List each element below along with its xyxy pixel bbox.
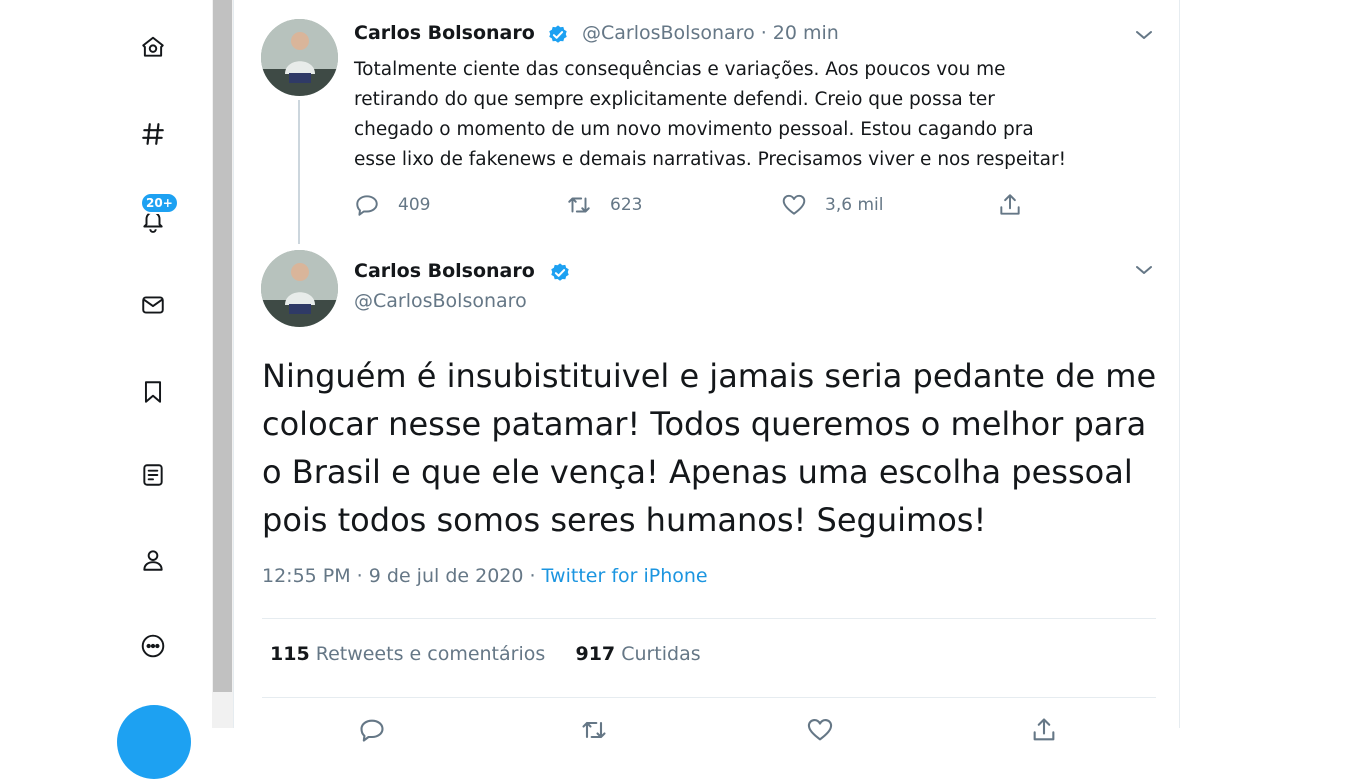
heart-icon: [782, 194, 806, 215]
heart-icon[interactable]: [806, 716, 834, 744]
share-button[interactable]: [997, 190, 1041, 220]
divider: [262, 697, 1156, 698]
likes-count: 917: [575, 643, 616, 665]
reply-icon: [356, 195, 378, 216]
verified-badge-icon: [551, 263, 569, 281]
retweets-count: 115: [270, 643, 310, 665]
retweet-count: 623: [610, 195, 643, 215]
messages-mail-icon[interactable]: [131, 283, 175, 327]
avatar[interactable]: [261, 19, 338, 96]
divider: [262, 618, 1156, 619]
tweet-time-date[interactable]: 12:55 PM · 9 de jul de 2020 ·: [262, 565, 542, 587]
more-icon[interactable]: [131, 624, 175, 668]
tweet-handle-and-time[interactable]: @CarlosBolsonaro · 20 min: [582, 22, 839, 44]
thread-connector-line: [298, 100, 300, 244]
retweet-button[interactable]: 623: [566, 190, 642, 220]
profile-icon[interactable]: [131, 538, 175, 582]
notifications-badge: 20+: [140, 192, 179, 214]
verified-badge-icon: [549, 25, 567, 43]
reply-icon[interactable]: [358, 716, 386, 744]
retweets-stat[interactable]: 115 Retweets e comentários: [270, 643, 545, 665]
retweet-icon: [568, 197, 590, 213]
likes-label: Curtidas: [621, 643, 701, 665]
author-handle[interactable]: @CarlosBolsonaro: [354, 290, 527, 312]
lists-icon[interactable]: [131, 453, 175, 497]
retweet-icon[interactable]: [580, 716, 608, 744]
like-button[interactable]: 3,6 mil: [781, 190, 883, 220]
chevron-down-icon[interactable]: [1132, 23, 1156, 47]
explore-hash-icon[interactable]: [131, 112, 175, 156]
author-name[interactable]: Carlos Bolsonaro: [354, 260, 535, 282]
likes-stat[interactable]: 917 Curtidas: [575, 643, 700, 665]
retweets-label: Retweets e comentários: [315, 643, 546, 665]
tweet-stats: 115 Retweets e comentários 917 Curtidas: [270, 643, 701, 665]
sidebar-nav: 20+: [0, 0, 212, 779]
scrollbar-thumb[interactable]: [213, 0, 232, 692]
tweet-text: Totalmente ciente das consequências e va…: [354, 59, 1066, 170]
reply-count: 409: [398, 195, 431, 215]
like-count: 3,6 mil: [825, 195, 884, 215]
share-upload-icon[interactable]: [1030, 716, 1058, 744]
bookmarks-icon[interactable]: [131, 370, 175, 414]
share-upload-icon: [1000, 194, 1020, 215]
compose-tweet-button[interactable]: [117, 705, 191, 779]
tweet-timestamp: 12:55 PM · 9 de jul de 2020 · Twitter fo…: [262, 565, 708, 587]
chevron-down-icon[interactable]: [1132, 258, 1156, 282]
reply-button[interactable]: 409: [354, 190, 430, 220]
author-name[interactable]: Carlos Bolsonaro: [354, 22, 535, 44]
avatar[interactable]: [261, 250, 338, 327]
tweet-text: Ninguém é insubistituivel e jamais seria…: [262, 357, 1157, 539]
tweet-source-link[interactable]: Twitter for iPhone: [542, 565, 708, 587]
home-icon[interactable]: [131, 25, 175, 69]
